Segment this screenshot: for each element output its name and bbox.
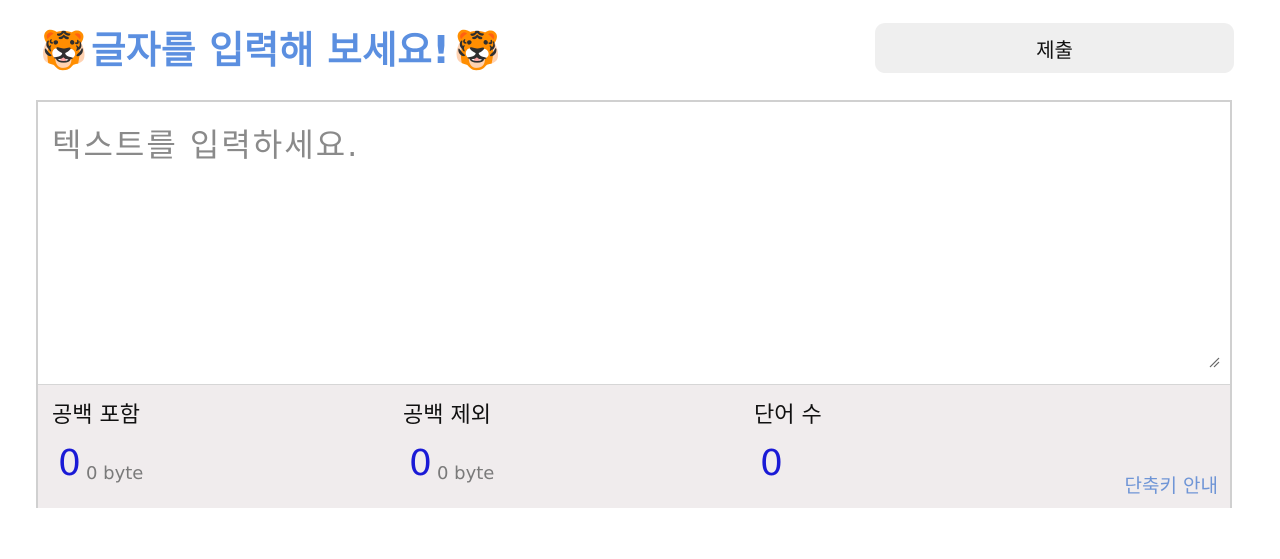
page-title: 🐯 글자를 입력해 보세요! 🐯 [40, 22, 501, 78]
stat-bytes: 0 byte [86, 463, 144, 484]
stat-without-spaces: 공백 제외 0 0 byte [389, 385, 729, 509]
tiger-icon: 🐯 [40, 28, 88, 72]
shortcut-guide-link[interactable]: 단축키 안내 [1125, 471, 1218, 498]
stat-count: 0 [58, 443, 81, 484]
submit-button[interactable]: 제출 [875, 23, 1234, 73]
stat-label: 공백 포함 [52, 403, 140, 428]
page-title-text: 글자를 입력해 보세요! [91, 28, 450, 72]
stat-with-spaces: 공백 포함 0 0 byte [38, 385, 378, 509]
stat-words: 단어 수 0 [740, 385, 1080, 509]
tiger-icon: 🐯 [453, 28, 502, 72]
text-input[interactable] [38, 102, 1230, 384]
text-editor: 공백 포함 0 0 byte 공백 제외 0 0 byte 단어 수 0 단축키… [36, 100, 1232, 508]
resize-handle-icon[interactable] [1208, 356, 1220, 368]
header: 🐯 글자를 입력해 보세요! 🐯 제출 [40, 22, 1234, 78]
stat-count: 0 [760, 443, 783, 484]
stat-bytes: 0 byte [437, 463, 495, 484]
stats-panel: 공백 포함 0 0 byte 공백 제외 0 0 byte 단어 수 0 단축키… [38, 384, 1230, 508]
stat-label: 공백 제외 [403, 403, 491, 428]
stat-count: 0 [409, 443, 432, 484]
stat-label: 단어 수 [754, 403, 822, 428]
